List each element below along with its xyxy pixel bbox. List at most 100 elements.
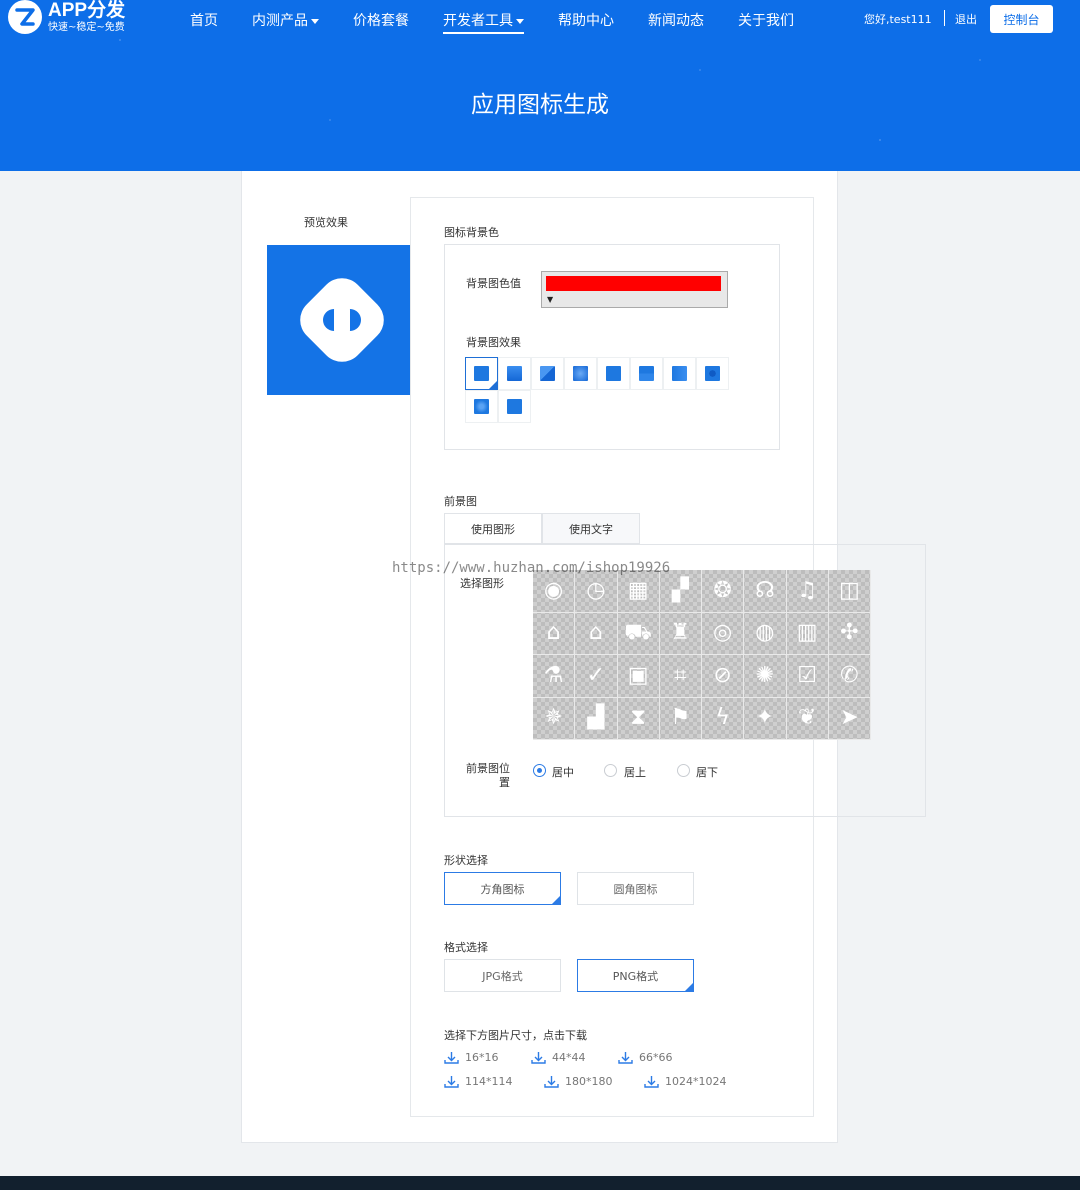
shop-icon[interactable]: ⌂ — [575, 612, 618, 655]
square-icon-option[interactable]: 方角图标 — [444, 872, 561, 905]
main-card: 预览效果 图标背景色 背景图色值 ▼ 背景图效果 前景图 使用图形 使用文字 选… — [241, 171, 926, 1143]
clock-icon[interactable]: ◷ — [575, 570, 618, 613]
bg-effect-option[interactable] — [498, 390, 531, 423]
effect-swatch-icon — [540, 366, 555, 381]
download-44[interactable]: 44*44 — [531, 1051, 586, 1064]
icon-preview — [267, 245, 417, 395]
effect-swatch-icon — [474, 399, 489, 414]
radio-center[interactable] — [533, 764, 546, 777]
bg-effect-option[interactable] — [498, 357, 531, 390]
vinyl-icon[interactable]: ◎ — [702, 612, 745, 655]
logo-icon — [8, 0, 42, 34]
format-section-label: 格式选择 — [444, 941, 488, 954]
nav-beta-products-label: 内测产品 — [252, 13, 308, 29]
settings-panel: 图标背景色 背景图色值 ▼ 背景图效果 前景图 使用图形 使用文字 选择图形 ◉… — [392, 197, 926, 1117]
logo-title: APP分发 — [48, 0, 126, 21]
download-icon — [444, 1076, 459, 1088]
bg-effect-list — [465, 357, 732, 423]
bg-effect-option[interactable] — [465, 357, 498, 390]
bg-color-picker[interactable]: ▼ — [541, 271, 728, 308]
download-180[interactable]: 180*180 — [544, 1075, 613, 1088]
money-icon[interactable]: ▣ — [617, 655, 660, 698]
jpg-format-option[interactable]: JPG格式 — [444, 959, 561, 992]
nav-about[interactable]: 关于我们 — [738, 10, 794, 34]
effect-swatch-icon — [474, 366, 489, 381]
logo[interactable]: APP分发 快速~稳定~免费 — [8, 0, 125, 34]
shape-section-label: 形状选择 — [444, 854, 488, 867]
globe-icon[interactable]: ◍ — [744, 612, 787, 655]
helm-icon[interactable]: ✵ — [533, 697, 576, 740]
store-icon[interactable]: ⌂ — [533, 612, 576, 655]
caret-down-icon: ▼ — [547, 295, 554, 304]
bg-effect-option[interactable] — [696, 357, 729, 390]
clapper-icon[interactable]: ▞ — [659, 570, 702, 613]
download-size-label: 66*66 — [639, 1051, 673, 1064]
radio-top-label[interactable]: 居上 — [624, 764, 646, 780]
tab-use-shape[interactable]: 使用图形 — [444, 513, 542, 544]
checkbox-icon[interactable]: ☑ — [786, 655, 829, 698]
footer — [0, 1176, 1080, 1190]
download-114[interactable]: 114*114 — [444, 1075, 513, 1088]
hourglass-icon[interactable]: ⧗ — [617, 697, 660, 740]
nav-developer-tools-label: 开发者工具 — [443, 13, 513, 29]
scan-icon[interactable]: ⌗ — [659, 655, 702, 698]
feather-icon[interactable]: ❦ — [786, 697, 829, 740]
bg-effect-option[interactable] — [465, 390, 498, 423]
nav-news[interactable]: 新闻动态 — [648, 10, 704, 34]
nav-help[interactable]: 帮助中心 — [558, 10, 614, 34]
bg-effect-label: 背景图效果 — [466, 336, 521, 349]
download-1024[interactable]: 1024*1024 — [644, 1075, 727, 1088]
chart-icon[interactable]: ▟ — [575, 697, 618, 740]
download-16[interactable]: 16*16 — [444, 1051, 499, 1064]
check-circle-icon[interactable]: ✓ — [575, 655, 618, 698]
gamepad-icon[interactable]: ✣ — [828, 612, 871, 655]
music-icon[interactable]: ♫ — [786, 570, 829, 613]
rounded-icon-option[interactable]: 圆角图标 — [577, 872, 694, 905]
bg-color-label: 背景图色值 — [466, 277, 521, 290]
nav-home[interactable]: 首页 — [190, 10, 218, 34]
download-icon — [544, 1076, 559, 1088]
film-icon[interactable]: ▦ — [617, 570, 660, 613]
bg-effect-option[interactable] — [531, 357, 564, 390]
user-greeting[interactable]: 您好,test111 — [864, 11, 932, 27]
download-66[interactable]: 66*66 — [618, 1051, 673, 1064]
palette-icon[interactable]: ❂ — [702, 570, 745, 613]
effect-swatch-icon — [507, 366, 522, 381]
radio-center-label[interactable]: 居中 — [552, 764, 574, 780]
console-button[interactable]: 控制台 — [990, 5, 1053, 33]
effect-swatch-icon — [507, 399, 522, 414]
radio-top[interactable] — [604, 764, 617, 777]
chevron-down-icon — [516, 18, 524, 24]
flask-icon[interactable]: ⚗ — [533, 655, 576, 698]
compass-icon[interactable]: ⊘ — [702, 655, 745, 698]
aperture-icon[interactable]: ✺ — [744, 655, 787, 698]
shopping-bag-icon[interactable]: ♜ — [659, 612, 702, 655]
headphones-icon[interactable]: ☊ — [744, 570, 787, 613]
download-size-label: 114*114 — [465, 1075, 513, 1088]
bg-effect-option[interactable] — [564, 357, 597, 390]
bg-effect-option[interactable] — [597, 357, 630, 390]
radio-bottom[interactable] — [677, 764, 690, 777]
main-nav: 首页 内测产品 价格套餐 开发者工具 帮助中心 新闻动态 关于我们 — [190, 10, 828, 34]
effect-swatch-icon — [672, 366, 687, 381]
logout-link[interactable]: 退出 — [955, 11, 977, 27]
flag-icon[interactable]: ⚑ — [659, 697, 702, 740]
bag-icon[interactable]: ◫ — [828, 570, 871, 613]
plane-icon[interactable]: ➤ — [828, 697, 871, 740]
bolt-icon[interactable]: ϟ — [702, 697, 745, 740]
door-icon[interactable]: ▥ — [786, 612, 829, 655]
phone-icon[interactable]: ✆ — [828, 655, 871, 698]
radio-bottom-label[interactable]: 居下 — [696, 764, 718, 780]
nav-pricing[interactable]: 价格套餐 — [353, 10, 409, 34]
png-format-option[interactable]: PNG格式 — [577, 959, 694, 992]
bg-effect-option[interactable] — [630, 357, 663, 390]
bg-effect-option[interactable] — [663, 357, 696, 390]
shape-grid: ◉ ◷ ▦ ▞ ❂ ☊ ♫ ◫ ⌂ ⌂ ⛟ ♜ ◎ ◍ ▥ ✣ ⚗ ✓ ▣ ⌗ ⊘ ✺ ☑ ✆ ✵ ▟ ⧗ ⚑ ϟ ✦ ❦ ➤ — [533, 570, 871, 740]
nav-beta-products[interactable]: 内测产品 — [252, 10, 319, 34]
wand-icon[interactable]: ✦ — [744, 697, 787, 740]
tab-use-text[interactable]: 使用文字 — [542, 513, 640, 544]
disc-icon[interactable]: ◉ — [533, 570, 576, 613]
nav-developer-tools[interactable]: 开发者工具 — [443, 10, 524, 34]
divider — [944, 10, 945, 26]
cart-icon[interactable]: ⛟ — [617, 612, 660, 655]
